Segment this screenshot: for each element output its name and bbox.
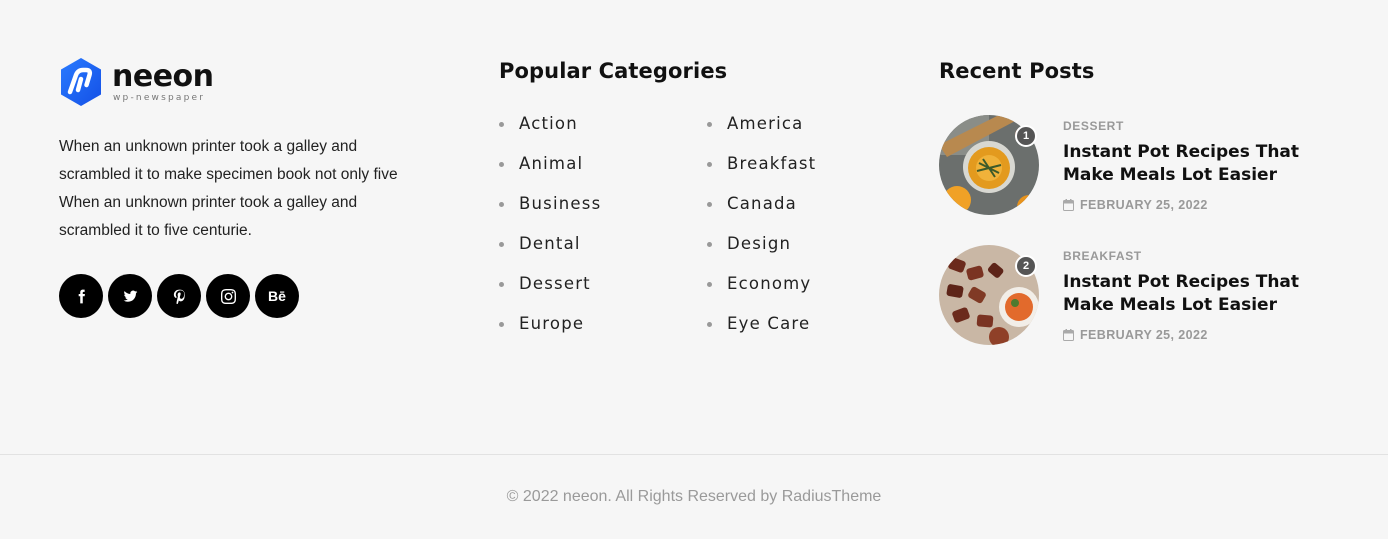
post-date-text: FEBRUARY 25, 2022 xyxy=(1080,198,1208,212)
bullet-icon xyxy=(499,202,504,207)
pinterest-button[interactable] xyxy=(157,274,201,318)
post-category-link[interactable]: BREAKFAST xyxy=(1063,249,1142,263)
category-link[interactable]: America xyxy=(707,114,816,154)
bullet-icon xyxy=(499,162,504,167)
post-rank-badge: 2 xyxy=(1015,255,1037,277)
category-link[interactable]: Eye Care xyxy=(707,314,816,354)
category-label: Europe xyxy=(519,314,585,333)
category-label: Dessert xyxy=(519,274,591,293)
category-label: Design xyxy=(727,234,792,253)
recent-post: 1 DESSERT Instant Pot Recipes That Make … xyxy=(939,115,1359,215)
pinterest-icon xyxy=(173,289,185,304)
category-link[interactable]: Breakfast xyxy=(707,154,816,194)
post-date: FEBRUARY 25, 2022 xyxy=(1063,328,1208,342)
category-link[interactable]: Dessert xyxy=(499,274,601,314)
category-label: Animal xyxy=(519,154,584,173)
about-text: When an unknown printer took a galley an… xyxy=(59,138,398,239)
category-label: Action xyxy=(519,114,578,133)
twitter-button[interactable] xyxy=(108,274,152,318)
facebook-icon xyxy=(78,289,85,303)
categories-list-right: America Breakfast Canada Design Economy … xyxy=(707,114,816,354)
category-link[interactable]: Dental xyxy=(499,234,601,274)
category-link[interactable]: Design xyxy=(707,234,816,274)
logo-name: neeon xyxy=(112,58,214,94)
bullet-icon xyxy=(499,242,504,247)
category-link[interactable]: Animal xyxy=(499,154,601,194)
categories-list-left: Action Animal Business Dental Dessert Eu… xyxy=(499,114,601,354)
categories-heading: Popular Categories xyxy=(499,59,728,83)
behance-icon: Bē xyxy=(268,288,286,304)
bullet-icon xyxy=(499,122,504,127)
bullet-icon xyxy=(707,122,712,127)
post-category-link[interactable]: DESSERT xyxy=(1063,119,1124,133)
site-logo[interactable]: neeon wp-newspaper xyxy=(59,57,214,107)
facebook-button[interactable] xyxy=(59,274,103,318)
recent-posts-heading: Recent Posts xyxy=(939,59,1095,83)
behance-button[interactable]: Bē xyxy=(255,274,299,318)
post-title-link[interactable]: Instant Pot Recipes That Make Meals Lot … xyxy=(1063,271,1353,317)
bullet-icon xyxy=(707,242,712,247)
bullet-icon xyxy=(707,162,712,167)
category-label: Economy xyxy=(727,274,812,293)
bullet-icon xyxy=(707,322,712,327)
post-date-text: FEBRUARY 25, 2022 xyxy=(1080,328,1208,342)
logo-tagline: wp-newspaper xyxy=(113,92,206,103)
logo-hexagon-icon xyxy=(61,58,101,106)
bullet-icon xyxy=(499,282,504,287)
category-label: Canada xyxy=(727,194,797,213)
category-link[interactable]: Economy xyxy=(707,274,816,314)
social-links: Bē xyxy=(59,274,299,318)
category-label: Dental xyxy=(519,234,581,253)
category-label: Business xyxy=(519,194,602,213)
post-rank-badge: 1 xyxy=(1015,125,1037,147)
category-label: America xyxy=(727,114,804,133)
calendar-icon xyxy=(1063,199,1074,211)
bullet-icon xyxy=(707,282,712,287)
calendar-icon xyxy=(1063,329,1074,341)
footer-divider xyxy=(0,454,1388,455)
twitter-icon xyxy=(123,290,137,302)
instagram-icon xyxy=(220,288,236,304)
category-link[interactable]: Canada xyxy=(707,194,816,234)
category-label: Eye Care xyxy=(727,314,811,333)
recent-post: 2 BREAKFAST Instant Pot Recipes That Mak… xyxy=(939,245,1359,345)
category-label: Breakfast xyxy=(727,154,817,173)
category-link[interactable]: Action xyxy=(499,114,601,154)
footer-widgets: neeon wp-newspaper When an unknown print… xyxy=(0,0,1388,454)
post-title-link[interactable]: Instant Pot Recipes That Make Meals Lot … xyxy=(1063,141,1353,187)
bullet-icon xyxy=(499,322,504,327)
category-link[interactable]: Business xyxy=(499,194,601,234)
category-link[interactable]: Europe xyxy=(499,314,601,354)
post-date: FEBRUARY 25, 2022 xyxy=(1063,198,1208,212)
instagram-button[interactable] xyxy=(206,274,250,318)
bullet-icon xyxy=(707,202,712,207)
copyright-text: © 2022 neeon. All Rights Reserved by Rad… xyxy=(506,488,882,505)
